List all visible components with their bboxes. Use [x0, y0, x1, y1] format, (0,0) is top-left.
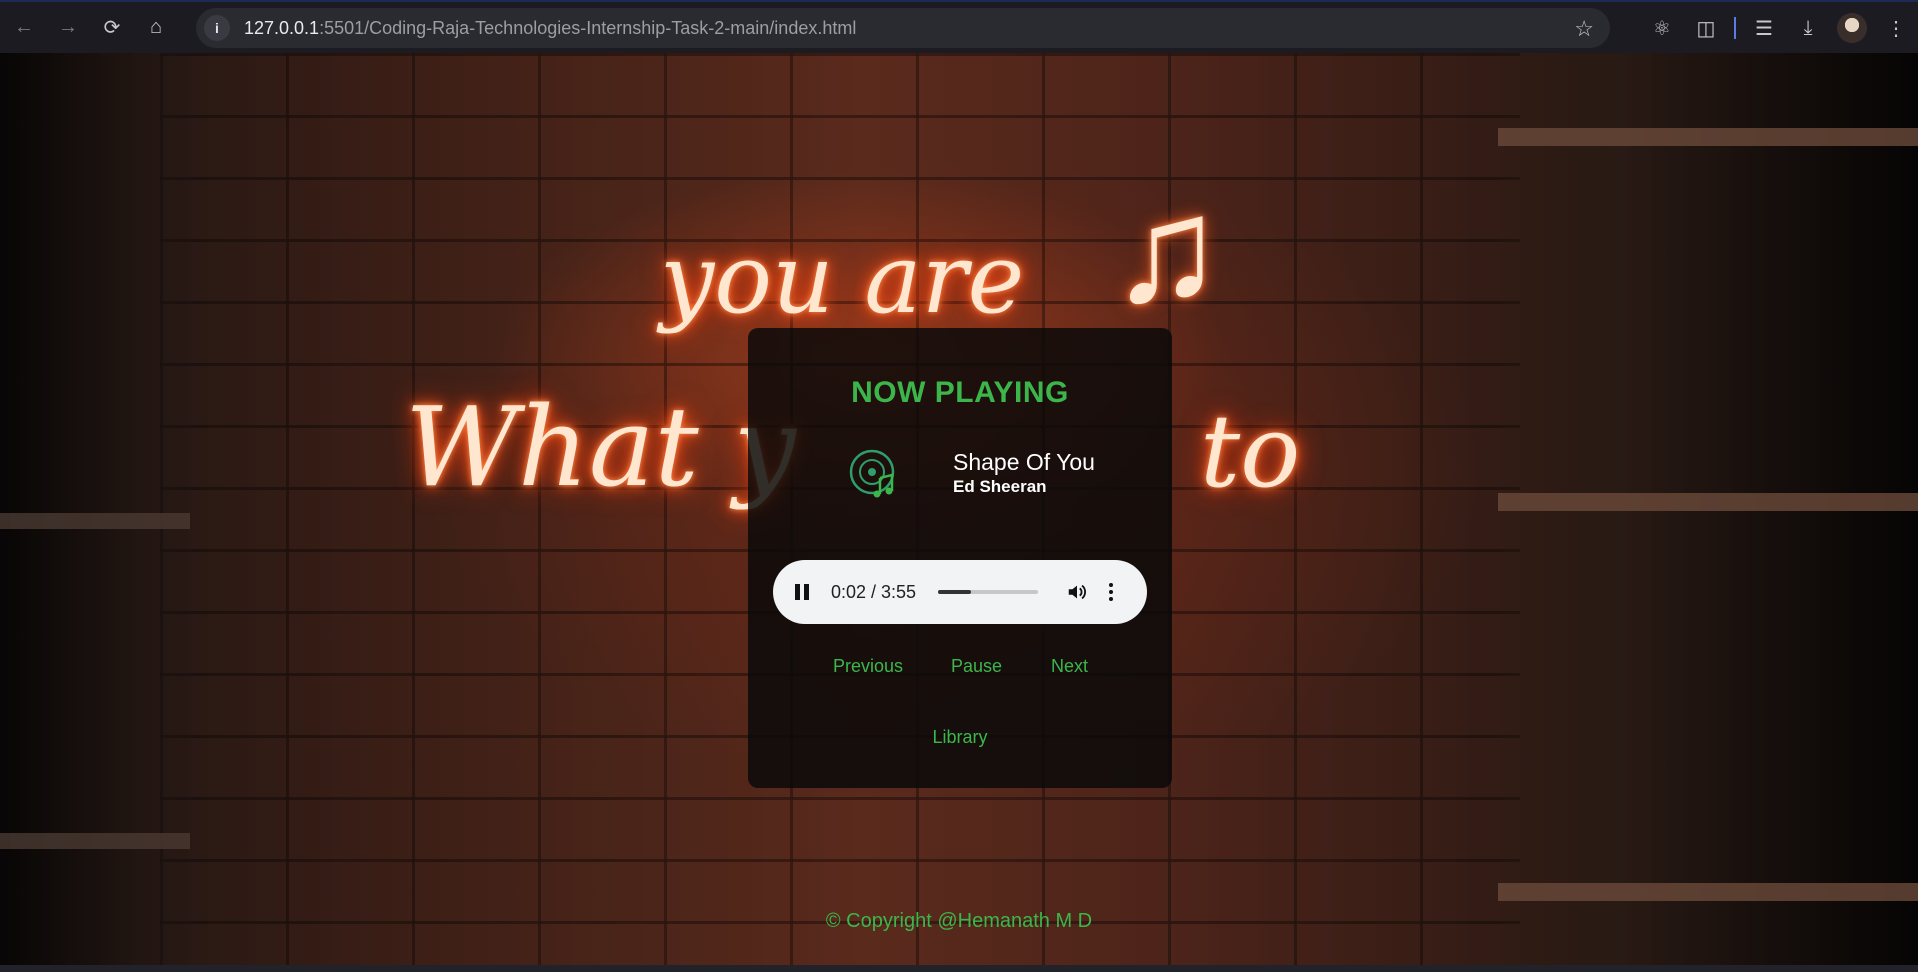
now-playing-heading: NOW PLAYING — [851, 376, 1069, 409]
shelf-plank — [1498, 883, 1918, 901]
pause-icon[interactable] — [795, 583, 813, 601]
home-icon[interactable]: ⌂ — [136, 8, 176, 48]
star-icon[interactable]: ☆ — [1574, 16, 1594, 42]
info-icon[interactable]: i — [204, 15, 230, 41]
url-path: :5501/Coding-Raja-Technologies-Internshi… — [319, 17, 857, 38]
extensions-icon[interactable]: ◫ — [1684, 8, 1728, 48]
audio-player: 0:02 / 3:55 — [773, 560, 1147, 624]
avatar — [1837, 13, 1867, 43]
neon-sign-bottom: What y — [405, 383, 796, 511]
url-host: 127.0.0.1 — [244, 17, 320, 38]
volume-icon[interactable] — [1066, 580, 1090, 604]
neon-note-icon: ♫ — [1110, 165, 1223, 333]
right-shelf — [1498, 53, 1918, 965]
address-bar[interactable]: i 127.0.0.1:5501/Coding-Raja-Technologie… — [196, 8, 1610, 48]
browser-toolbar: ← → ⟳ ⌂ i 127.0.0.1:5501/Coding-Raja-Tec… — [0, 0, 1918, 53]
library-link[interactable]: Library — [748, 727, 1172, 748]
seek-bar[interactable] — [938, 590, 1039, 594]
react-devtools-icon[interactable]: ⚛ — [1640, 8, 1684, 48]
shelf-plank — [1498, 493, 1918, 511]
neon-sign-to: to — [1200, 393, 1301, 510]
toolbar-right: ⚛ ◫ ☰ ⤓ ⋮ — [1640, 8, 1918, 48]
profile-avatar[interactable] — [1830, 8, 1874, 48]
bottom-edge — [0, 965, 1918, 972]
shelf-plank — [0, 833, 190, 849]
url-text[interactable]: 127.0.0.1:5501/Coding-Raja-Technologies-… — [244, 18, 856, 39]
media-icon[interactable]: ☰ — [1742, 8, 1786, 48]
page-background: you are What y to ♫ NOW PLAYING Shape Of… — [0, 53, 1918, 965]
shelf-plank — [0, 513, 190, 529]
reload-icon[interactable]: ⟳ — [92, 8, 132, 48]
song-title: Shape Of You — [953, 449, 1095, 475]
toolbar-separator — [1734, 17, 1736, 39]
more-options-icon[interactable] — [1106, 583, 1116, 601]
download-icon[interactable]: ⤓ — [1786, 8, 1830, 48]
back-icon[interactable]: ← — [4, 8, 44, 48]
neon-sign-top: you are — [660, 223, 1025, 335]
copyright-footer: © Copyright @Hemanath M D — [825, 910, 1093, 932]
forward-icon[interactable]: → — [48, 8, 88, 48]
menu-icon[interactable]: ⋮ — [1874, 8, 1918, 48]
shelf-plank — [1498, 128, 1918, 146]
song-artist: Ed Sheeran — [953, 477, 1047, 496]
previous-button[interactable]: Previous — [833, 656, 903, 677]
seek-progress — [938, 590, 972, 594]
left-shelf — [0, 53, 200, 965]
audio-time: 0:02 / 3:55 — [831, 581, 917, 602]
music-player-card: NOW PLAYING Shape Of You Ed Sheeran 0:02… — [748, 328, 1172, 788]
pause-button[interactable]: Pause — [951, 656, 1002, 677]
next-button[interactable]: Next — [1051, 656, 1088, 677]
music-disc-icon — [849, 449, 895, 498]
